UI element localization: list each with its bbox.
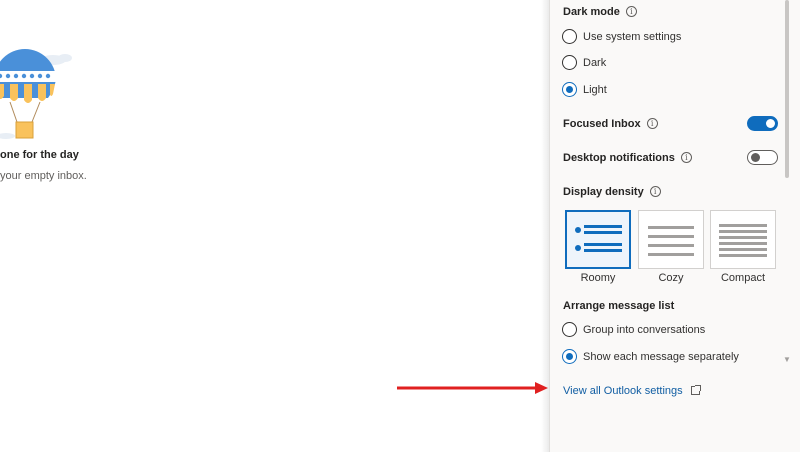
option-label-group-into-conversations: Group into conversations <box>583 324 706 336</box>
display-density-heading: Display density i <box>563 186 661 198</box>
bullet-dot <box>575 227 581 233</box>
preview-line <box>648 226 694 229</box>
settings-scrollbar-thumb[interactable] <box>785 0 789 178</box>
option-label-light: Light <box>583 84 607 96</box>
preview-line <box>719 236 767 239</box>
preview-line <box>584 231 622 234</box>
density-option-roomy[interactable] <box>565 210 631 269</box>
dark-mode-label: Dark mode <box>563 6 620 18</box>
focused-inbox-heading: Focused Inbox i <box>563 118 658 130</box>
hot-air-balloon-illustration <box>0 49 72 139</box>
desktop-notifications-toggle[interactable] <box>747 150 778 165</box>
info-icon[interactable]: i <box>680 152 692 163</box>
view-all-outlook-settings-link[interactable]: View all Outlook settings <box>563 381 701 399</box>
preview-line <box>584 225 622 228</box>
radio-group-into-conversations[interactable] <box>562 322 577 337</box>
view-all-link-text[interactable]: View all Outlook settings <box>563 385 683 397</box>
density-caption-compact: Compact <box>720 272 766 284</box>
focused-inbox-label: Focused Inbox <box>563 118 641 130</box>
preview-line <box>719 248 767 251</box>
option-label-show-each-message-separately: Show each message separately <box>583 351 739 363</box>
radio-use-system-settings[interactable] <box>562 29 577 44</box>
desktop-notifications-label: Desktop notifications <box>563 152 675 164</box>
radio-dark[interactable] <box>562 55 577 70</box>
option-label-use-system-settings: Use system settings <box>583 31 682 43</box>
preview-line <box>719 224 767 227</box>
preview-line <box>719 242 767 245</box>
preview-line <box>648 235 694 238</box>
info-icon[interactable]: i <box>649 186 661 197</box>
empty-state-subtitle: your empty inbox. <box>0 170 87 182</box>
info-icon[interactable]: i <box>625 6 637 17</box>
info-icon[interactable]: i <box>646 118 658 129</box>
option-label-dark: Dark <box>583 57 607 69</box>
preview-line <box>648 253 694 256</box>
preview-line <box>719 254 767 257</box>
density-caption-cozy: Cozy <box>658 272 684 284</box>
annotation-arrow-icon <box>397 382 548 394</box>
radio-light[interactable] <box>562 82 577 97</box>
density-option-compact[interactable] <box>710 210 776 269</box>
preview-line <box>584 243 622 246</box>
bullet-dot <box>575 245 581 251</box>
preview-line <box>648 244 694 247</box>
desktop-notifications-heading: Desktop notifications i <box>563 152 692 164</box>
preview-line <box>719 230 767 233</box>
open-in-new-window-icon <box>690 385 701 395</box>
density-caption-roomy: Roomy <box>580 272 616 284</box>
preview-line <box>584 249 622 252</box>
empty-state-title: one for the day <box>0 149 79 161</box>
scroll-down-arrow-icon[interactable]: ▼ <box>783 355 791 364</box>
focused-inbox-toggle[interactable] <box>747 116 778 131</box>
density-option-cozy[interactable] <box>638 210 704 269</box>
arrange-message-list-heading: Arrange message list <box>563 300 675 312</box>
display-density-label: Display density <box>563 186 644 198</box>
radio-show-each-message-separately[interactable] <box>562 349 577 364</box>
dark-mode-heading: Dark mode i <box>563 6 637 18</box>
